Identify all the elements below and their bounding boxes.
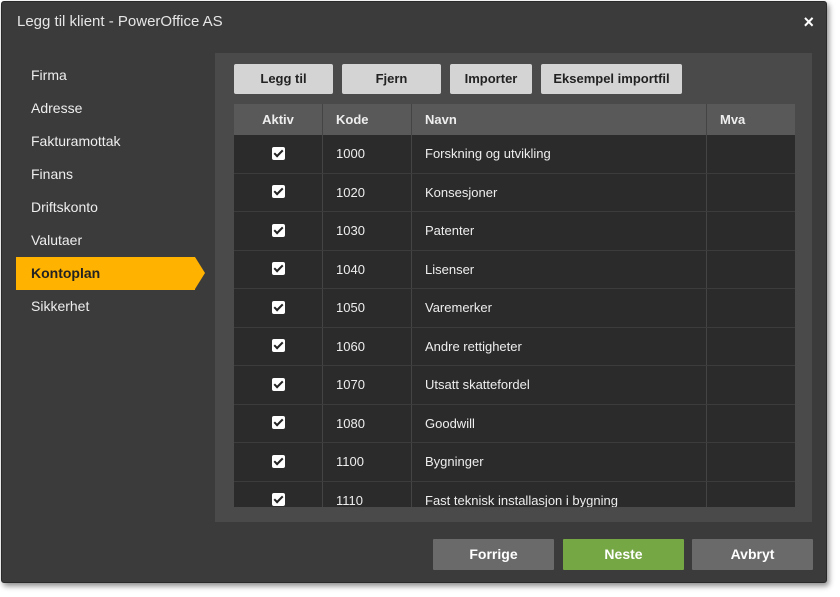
sidebar-item-firma[interactable]: Firma <box>16 59 206 92</box>
mva-cell[interactable] <box>707 174 795 212</box>
mva-cell[interactable] <box>707 443 795 481</box>
navn-cell: Utsatt skattefordel <box>412 366 707 404</box>
mva-cell[interactable] <box>707 482 795 508</box>
mva-cell[interactable] <box>707 289 795 327</box>
kode-cell: 1100 <box>323 443 412 481</box>
sidebar-item-driftskonto[interactable]: Driftskonto <box>16 191 206 224</box>
mva-cell[interactable] <box>707 328 795 366</box>
navn-cell: Bygninger <box>412 443 707 481</box>
table-row[interactable]: 1050 Varemerker <box>234 289 795 328</box>
column-header-aktiv[interactable]: Aktiv <box>234 104 323 135</box>
kode-cell: 1030 <box>323 212 412 250</box>
next-button[interactable]: Neste <box>563 539 684 570</box>
kode-cell: 1020 <box>323 173 412 211</box>
mva-cell[interactable] <box>707 135 795 173</box>
previous-button[interactable]: Forrige <box>433 539 554 570</box>
navn-cell: Fast teknisk installasjon i bygning <box>412 481 707 507</box>
active-checkbox[interactable] <box>271 146 285 160</box>
active-checkbox[interactable] <box>271 262 285 276</box>
aktiv-cell <box>234 443 323 481</box>
cancel-button[interactable]: Avbryt <box>692 539 813 570</box>
aktiv-cell <box>234 289 323 327</box>
remove-button[interactable]: Fjern <box>342 64 441 94</box>
table-row[interactable]: 1000 Forskning og utvikling <box>234 135 795 174</box>
table-row[interactable]: 1020 Konsesjoner <box>234 173 795 212</box>
active-checkbox[interactable] <box>271 493 285 507</box>
dialog-window: Legg til klient - PowerOffice AS × Firma… <box>1 1 827 583</box>
kode-cell: 1050 <box>323 289 412 327</box>
sidebar-nav: Firma Adresse Fakturamottak Finans Drift… <box>16 59 206 323</box>
table-row[interactable]: 1070 Utsatt skattefordel <box>234 366 795 405</box>
navn-cell: Konsesjoner <box>412 173 707 211</box>
table-row[interactable]: 1060 Andre rettigheter <box>234 327 795 366</box>
active-checkbox[interactable] <box>271 339 285 353</box>
active-checkbox[interactable] <box>271 300 285 314</box>
aktiv-cell <box>234 173 323 211</box>
content-panel: Legg til Fjern Importer Eksempel importf… <box>215 53 812 522</box>
sidebar-item-adresse[interactable]: Adresse <box>16 92 206 125</box>
navn-cell: Lisenser <box>412 250 707 288</box>
kode-cell: 1080 <box>323 404 412 442</box>
navn-cell: Varemerker <box>412 289 707 327</box>
column-header-mva[interactable]: Mva <box>707 104 795 135</box>
active-checkbox[interactable] <box>271 377 285 391</box>
navn-cell: Patenter <box>412 212 707 250</box>
table-row[interactable]: 1100 Bygninger <box>234 443 795 482</box>
add-button[interactable]: Legg til <box>234 64 333 94</box>
table-header: Aktiv Kode Navn Mva <box>234 104 795 135</box>
sidebar-item-fakturamottak[interactable]: Fakturamottak <box>16 125 206 158</box>
mva-cell[interactable] <box>707 212 795 250</box>
close-icon[interactable]: × <box>803 12 814 32</box>
aktiv-cell <box>234 327 323 365</box>
table-row[interactable]: 1110 Fast teknisk installasjon i bygning <box>234 481 795 508</box>
kode-cell: 1040 <box>323 250 412 288</box>
column-header-kode[interactable]: Kode <box>323 104 412 135</box>
aktiv-cell <box>234 366 323 404</box>
kode-cell: 1000 <box>323 135 412 173</box>
table-row[interactable]: 1040 Lisenser <box>234 250 795 289</box>
account-table: Aktiv Kode Navn Mva 1000 Forskning og ut… <box>234 104 795 507</box>
table-row[interactable]: 1080 Goodwill <box>234 404 795 443</box>
kode-cell: 1110 <box>323 481 412 507</box>
sidebar-item-sikkerhet[interactable]: Sikkerhet <box>16 290 206 323</box>
mva-cell[interactable] <box>707 251 795 289</box>
aktiv-cell <box>234 212 323 250</box>
aktiv-cell <box>234 250 323 288</box>
active-checkbox[interactable] <box>271 185 285 199</box>
sidebar-item-kontoplan[interactable]: Kontoplan <box>16 257 205 290</box>
active-checkbox[interactable] <box>271 454 285 468</box>
mva-cell[interactable] <box>707 405 795 443</box>
navn-cell: Andre rettigheter <box>412 327 707 365</box>
active-checkbox[interactable] <box>271 223 285 237</box>
aktiv-cell <box>234 404 323 442</box>
column-header-navn[interactable]: Navn <box>412 104 707 135</box>
sidebar-item-finans[interactable]: Finans <box>16 158 206 191</box>
sidebar-item-valutaer[interactable]: Valutaer <box>16 224 206 257</box>
navn-cell: Forskning og utvikling <box>412 135 707 173</box>
aktiv-cell <box>234 135 323 173</box>
title-bar: Legg til klient - PowerOffice AS × <box>2 2 826 42</box>
aktiv-cell <box>234 481 323 507</box>
example-import-file-button[interactable]: Eksempel importfil <box>541 64 682 94</box>
window-title: Legg til klient - PowerOffice AS <box>17 13 223 30</box>
import-button[interactable]: Importer <box>450 64 532 94</box>
mva-cell[interactable] <box>707 366 795 404</box>
active-checkbox[interactable] <box>271 416 285 430</box>
navn-cell: Goodwill <box>412 404 707 442</box>
kode-cell: 1070 <box>323 366 412 404</box>
table-row[interactable]: 1030 Patenter <box>234 212 795 251</box>
kode-cell: 1060 <box>323 327 412 365</box>
